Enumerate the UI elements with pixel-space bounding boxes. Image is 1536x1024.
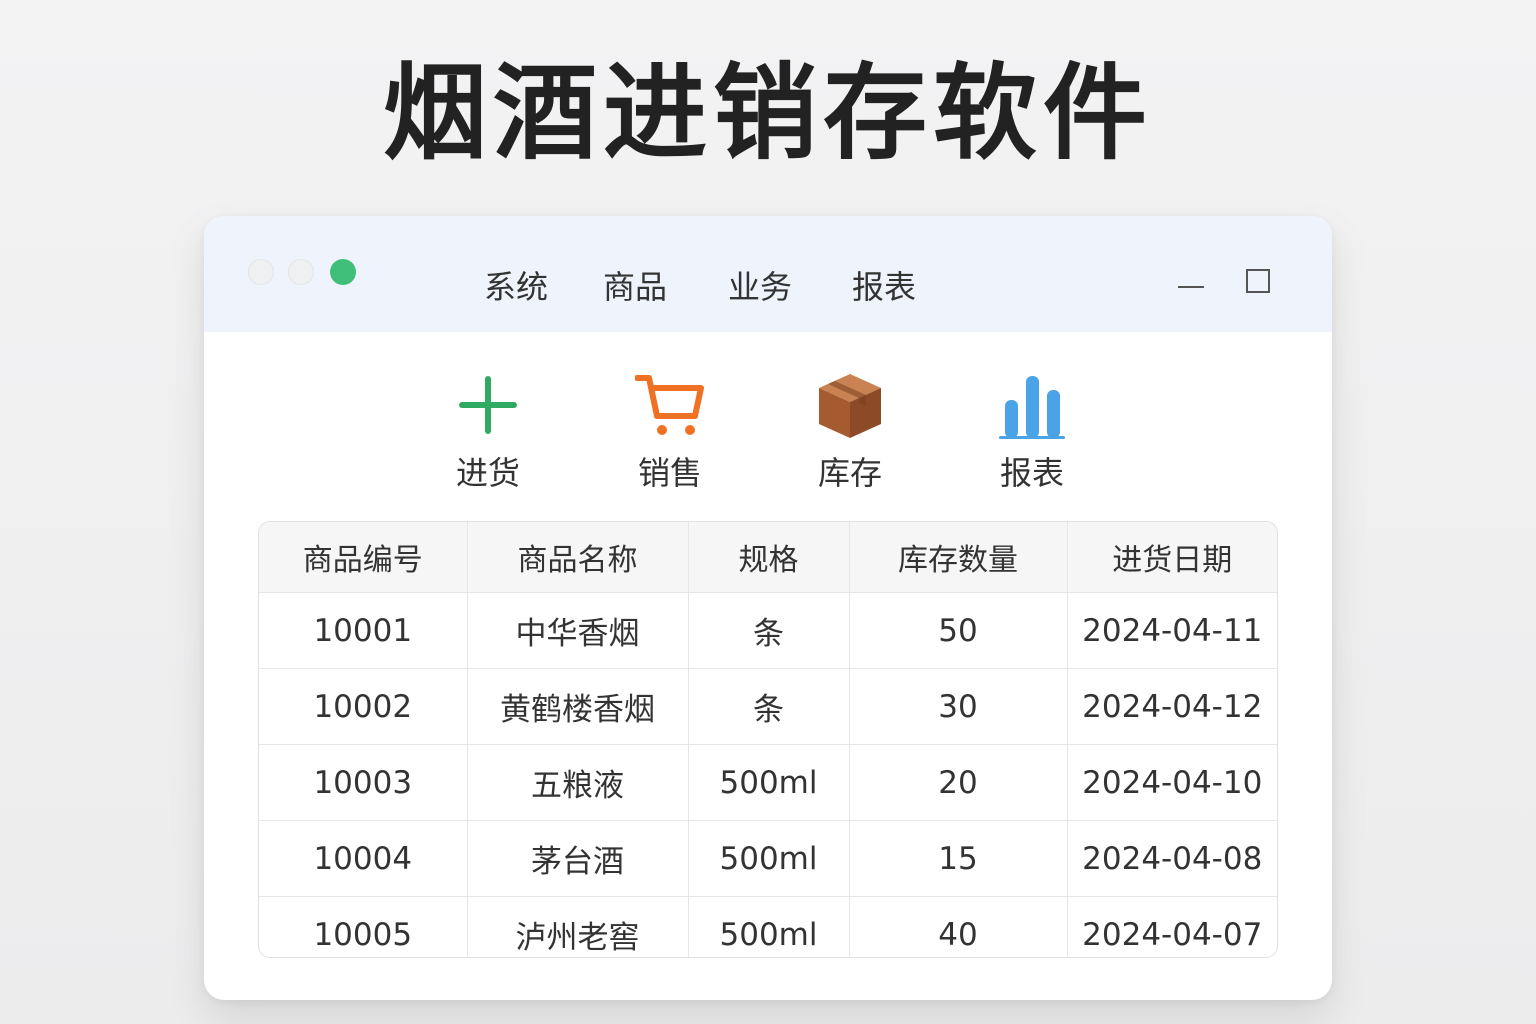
menu-business[interactable]: 业务 <box>728 264 792 310</box>
cell-code: 10002 <box>259 668 468 745</box>
table-row[interactable]: 10003 五粮液 500ml 20 2024-04-10 <box>259 744 1277 821</box>
cell-stock: 15 <box>849 820 1068 897</box>
report-label: 报表 <box>999 454 1064 492</box>
cell-spec: 500ml <box>688 744 850 821</box>
purchase-button[interactable]: 进货 <box>418 366 558 496</box>
title-bar: 系统 商品 业务 报表 <box>204 216 1332 332</box>
table-header-row: 商品编号 商品名称 规格 库存数量 进货日期 <box>259 522 1277 593</box>
cell-name: 中华香烟 <box>467 592 689 669</box>
table-row[interactable]: 10005 泸州老窖 500ml 40 2024-04-07 <box>259 896 1277 957</box>
report-button[interactable]: 报表 <box>962 366 1102 496</box>
cell-code: 10005 <box>259 896 468 957</box>
cell-spec: 条 <box>688 592 850 669</box>
cell-date: 2024-04-08 <box>1067 820 1277 897</box>
cell-spec: 500ml <box>688 820 850 897</box>
maximize-icon[interactable] <box>1246 269 1270 293</box>
cell-code: 10004 <box>259 820 468 897</box>
cell-stock: 20 <box>849 744 1068 821</box>
cart-icon <box>635 375 704 435</box>
menu-report[interactable]: 报表 <box>852 264 916 310</box>
maximize-window-dot[interactable] <box>330 259 356 285</box>
minimize-window-dot[interactable] <box>288 259 314 285</box>
close-window-button[interactable] <box>248 259 274 285</box>
minimize-icon[interactable] <box>1178 286 1204 288</box>
cell-stock: 40 <box>849 896 1068 957</box>
cell-name: 五粮液 <box>467 744 689 821</box>
goods-table: 商品编号 商品名称 规格 库存数量 进货日期 10001 中华香烟 条 50 2… <box>258 521 1278 958</box>
header-spec[interactable]: 规格 <box>688 522 850 593</box>
header-code[interactable]: 商品编号 <box>259 522 468 593</box>
page-title: 烟酒进销存软件 <box>382 52 1153 174</box>
cell-date: 2024-04-10 <box>1067 744 1277 821</box>
menu-goods[interactable]: 商品 <box>603 264 667 310</box>
inventory-label: 库存 <box>817 454 882 492</box>
bar-chart-icon <box>999 376 1065 439</box>
plus-icon <box>459 376 517 434</box>
table-row[interactable]: 10001 中华香烟 条 50 2024-04-11 <box>259 592 1277 669</box>
cell-spec: 500ml <box>688 896 850 957</box>
cell-date: 2024-04-11 <box>1067 592 1277 669</box>
cell-spec: 条 <box>688 668 850 745</box>
sales-button[interactable]: 销售 <box>600 366 740 496</box>
cell-date: 2024-04-07 <box>1082 916 1263 953</box>
app-window: 系统 商品 业务 报表 进货 销售 库存 报表 商品编号 商品名称 规格 库存数… <box>204 216 1332 1000</box>
table-row[interactable]: 10002 黄鹤楼香烟 条 30 2024-04-12 <box>259 668 1277 745</box>
cell-stock: 50 <box>849 592 1068 669</box>
inventory-button[interactable]: 库存 <box>780 366 920 496</box>
cell-name: 泸州老窖 <box>467 896 689 957</box>
box-icon <box>819 374 881 438</box>
header-stock[interactable]: 库存数量 <box>849 522 1068 593</box>
cell-stock: 30 <box>849 668 1068 745</box>
table-row[interactable]: 10004 茅台酒 500ml 15 2024-04-08 <box>259 820 1277 897</box>
cell-code: 10003 <box>259 744 468 821</box>
header-date[interactable]: 进货日期 <box>1067 522 1277 593</box>
cell-date: 2024-04-12 <box>1067 668 1277 745</box>
sales-label: 销售 <box>637 454 702 492</box>
cell-name: 茅台酒 <box>467 820 689 897</box>
header-name[interactable]: 商品名称 <box>467 522 689 593</box>
purchase-label: 进货 <box>455 454 520 492</box>
menu-system[interactable]: 系统 <box>484 264 548 310</box>
cell-code: 10001 <box>259 592 468 669</box>
cell-name: 黄鹤楼香烟 <box>467 668 689 745</box>
